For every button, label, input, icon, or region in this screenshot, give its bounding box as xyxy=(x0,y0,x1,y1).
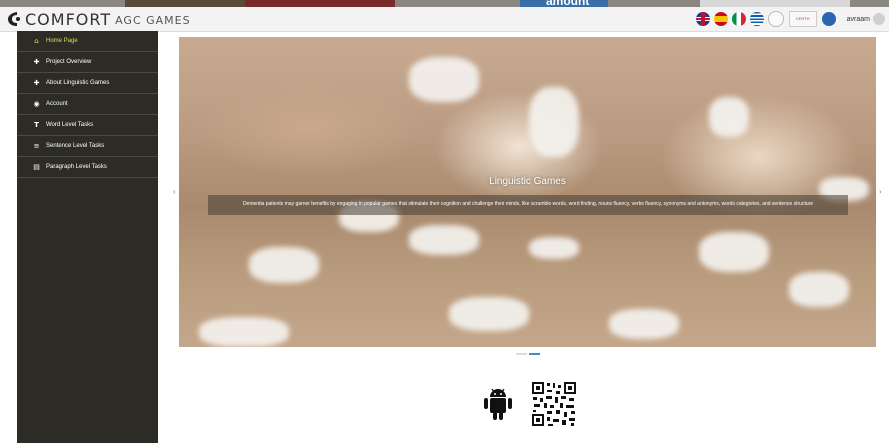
puzzle-piece-decor xyxy=(609,309,679,339)
carousel-next-button[interactable]: › xyxy=(879,187,882,196)
app-logo[interactable]: COMFORT AGC GAMES xyxy=(7,9,191,29)
sidebar-item-label: Home Page xyxy=(46,38,78,44)
logo-mark-icon xyxy=(8,12,20,26)
logo-title: COMFORT xyxy=(25,9,112,29)
home-icon: ⌂ xyxy=(34,37,39,45)
italian-flag-icon[interactable] xyxy=(731,12,746,26)
puzzle-piece-decor xyxy=(449,297,529,331)
top-banner-strip: amount xyxy=(0,0,889,7)
user-circle-icon: ◉ xyxy=(33,100,40,108)
sidebar-item-home-page[interactable]: ⌂ Home Page xyxy=(17,31,158,52)
sidebar-item-project-overview[interactable]: ✚ Project Overview xyxy=(17,52,158,73)
sidebar-item-label: Project Overview xyxy=(46,59,92,65)
puzzle-piece-decor xyxy=(529,237,579,259)
document-icon: ▤ xyxy=(33,163,40,171)
puzzle-piece-decor xyxy=(699,232,769,272)
sidebar-item-paragraph-level-tasks[interactable]: ▤ Paragraph Level Tasks xyxy=(17,157,158,178)
puzzle-piece-decor xyxy=(789,272,849,307)
puzzle-piece-decor xyxy=(529,87,579,157)
spanish-flag-icon[interactable] xyxy=(713,12,728,26)
header-right: CERTH avraam xyxy=(695,10,885,28)
text-size-icon: T xyxy=(34,121,39,129)
sidebar-item-label: Account xyxy=(46,101,68,107)
hero-carousel: Linguistic Games Dementia patients may g… xyxy=(179,37,876,347)
sidebar-item-account[interactable]: ◉ Account xyxy=(17,94,158,115)
carousel-indicator-2[interactable] xyxy=(529,353,540,355)
header-bar: COMFORT AGC GAMES CERTH avraam xyxy=(0,7,889,32)
avatar[interactable] xyxy=(873,13,885,25)
sidebar-item-about-linguistic-games[interactable]: ✚ About Linguistic Games xyxy=(17,73,158,94)
sidebar-item-label: Paragraph Level Tasks xyxy=(46,164,107,170)
puzzle-piece-decor xyxy=(199,317,289,347)
puzzle-piece-decor xyxy=(409,225,479,255)
english-flag-icon[interactable] xyxy=(695,12,710,26)
sidebar-item-label: About Linguistic Games xyxy=(46,80,110,86)
slide-title: Linguistic Games xyxy=(489,176,566,187)
puzzle-icon: ✚ xyxy=(33,58,40,66)
puzzle-icon: ✚ xyxy=(33,79,40,87)
lines-icon: ≡ xyxy=(33,142,40,150)
carousel-indicator-1[interactable] xyxy=(516,353,527,355)
partner-logo-3 xyxy=(821,12,836,26)
logo-subtitle: AGC GAMES xyxy=(115,14,191,27)
carousel-indicators xyxy=(516,353,542,355)
sidebar-item-label: Sentence Level Tasks xyxy=(46,143,105,149)
qr-code-icon[interactable] xyxy=(531,381,577,427)
puzzle-piece-decor xyxy=(249,247,319,283)
puzzle-piece-decor xyxy=(409,57,479,102)
slide-caption: Dementia patients may garner benefits by… xyxy=(242,201,814,207)
partner-logo-1 xyxy=(767,11,784,27)
banner-amount-text: amount xyxy=(546,0,590,7)
sidebar-item-label: Word Level Tasks xyxy=(46,122,94,128)
puzzle-piece-decor xyxy=(709,97,749,137)
android-icon[interactable] xyxy=(482,386,514,422)
carousel-prev-button[interactable]: ‹ xyxy=(173,187,176,196)
greek-flag-icon[interactable] xyxy=(749,12,764,26)
sidebar: ⌂ Home Page ✚ Project Overview ✚ About L… xyxy=(17,31,158,443)
sidebar-item-word-level-tasks[interactable]: T Word Level Tasks xyxy=(17,115,158,136)
sidebar-item-sentence-level-tasks[interactable]: ≡ Sentence Level Tasks xyxy=(17,136,158,157)
certh-logo: CERTH xyxy=(788,11,817,27)
username[interactable]: avraam xyxy=(847,16,870,23)
